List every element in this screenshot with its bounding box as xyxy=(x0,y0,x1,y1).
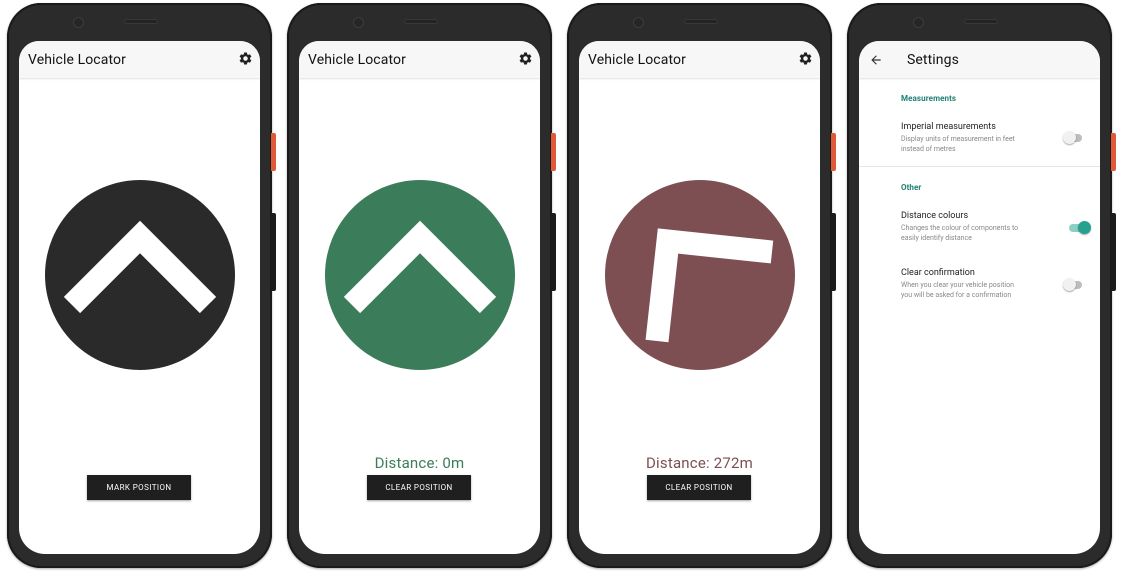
imperial-measurements-toggle[interactable] xyxy=(1063,130,1084,146)
gear-icon[interactable] xyxy=(518,51,533,66)
section-title-measurements: Measurements xyxy=(901,94,957,103)
earpiece-speaker xyxy=(404,19,438,24)
clear-position-button[interactable]: CLEAR POSITION xyxy=(367,475,471,500)
clear-confirmation-toggle[interactable] xyxy=(1063,277,1084,293)
power-button xyxy=(271,133,276,171)
app-title: Vehicle Locator xyxy=(588,51,686,68)
phone-frame-3: Vehicle Locator Distance: 272m CLEAR POS… xyxy=(567,3,836,568)
pref-clear-confirmation[interactable]: Clear confirmation When you clear your v… xyxy=(901,268,1061,300)
front-camera xyxy=(73,17,84,28)
toggle-knob xyxy=(1063,278,1076,291)
pref-distance-colours[interactable]: Distance colours Changes the colour of c… xyxy=(901,211,1061,243)
power-button xyxy=(1111,133,1116,171)
phone-frame-2: Vehicle Locator Distance: 0m CLEAR POSIT… xyxy=(287,3,556,568)
volume-button xyxy=(271,213,276,291)
pref-summary: Display units of measurement in feet ins… xyxy=(901,134,1061,154)
earpiece-speaker xyxy=(684,19,718,24)
clear-position-button[interactable]: CLEAR POSITION xyxy=(647,475,751,500)
main-screen-unmarked: Vehicle Locator MARK POSITION xyxy=(19,41,260,554)
pref-title: Clear confirmation xyxy=(901,268,975,278)
app-title: Vehicle Locator xyxy=(308,51,406,68)
pref-imperial-measurements[interactable]: Imperial measurements Display units of m… xyxy=(901,122,1061,154)
pref-summary-line: you will be asked for a confirmation xyxy=(901,291,1012,299)
distance-label: Distance: 0m xyxy=(374,454,465,472)
app-title: Vehicle Locator xyxy=(28,51,126,68)
toggle-knob xyxy=(1078,221,1091,234)
volume-button xyxy=(831,213,836,291)
distance-label: Distance: 272m xyxy=(646,454,753,472)
pref-summary: When you clear your vehicle position you… xyxy=(901,280,1061,300)
settings-title: Settings xyxy=(907,51,959,68)
app-bar: Vehicle Locator xyxy=(299,41,540,78)
distance-colours-toggle[interactable] xyxy=(1069,220,1091,236)
pref-title: Imperial measurements xyxy=(901,122,996,132)
arrow-back-icon[interactable] xyxy=(867,53,885,67)
chevron-icon xyxy=(645,228,774,343)
power-button xyxy=(831,133,836,171)
app-bar: Vehicle Locator xyxy=(579,41,820,78)
pref-title: Distance colours xyxy=(901,211,969,221)
pref-summary-line: When you clear your vehicle position xyxy=(901,281,1014,289)
front-camera xyxy=(353,17,364,28)
app-bar: Settings xyxy=(859,41,1100,78)
phone-frame-1: Vehicle Locator MARK POSITION xyxy=(7,3,276,568)
mark-position-button[interactable]: MARK POSITION xyxy=(87,475,191,500)
pref-summary-line: instead of metres xyxy=(901,145,956,153)
main-screen-far: Vehicle Locator Distance: 272m CLEAR POS… xyxy=(579,41,820,554)
front-camera xyxy=(913,17,924,28)
volume-button xyxy=(551,213,556,291)
pref-summary-line: easily identify distance xyxy=(901,234,972,242)
front-camera xyxy=(633,17,644,28)
volume-button xyxy=(1111,213,1116,291)
section-divider xyxy=(859,166,1100,167)
power-button xyxy=(551,133,556,171)
direction-indicator xyxy=(325,180,515,370)
gear-icon[interactable] xyxy=(798,51,813,66)
pref-summary-line: Changes the colour of components to xyxy=(901,224,1019,232)
main-screen-near: Vehicle Locator Distance: 0m CLEAR POSIT… xyxy=(299,41,540,554)
chevron-icon xyxy=(63,220,217,314)
settings-screen: Settings Measurements Imperial measureme… xyxy=(859,41,1100,554)
gear-icon[interactable] xyxy=(238,51,253,66)
toggle-knob xyxy=(1063,131,1076,144)
app-bar: Vehicle Locator xyxy=(19,41,260,78)
direction-indicator xyxy=(45,180,235,370)
phone-frame-4: Settings Measurements Imperial measureme… xyxy=(847,3,1116,568)
pref-summary: Changes the colour of components to easi… xyxy=(901,223,1061,243)
direction-indicator xyxy=(605,180,795,370)
earpiece-speaker xyxy=(964,19,998,24)
section-title-other: Other xyxy=(901,183,922,192)
pref-summary-line: Display units of measurement in feet xyxy=(901,135,1015,143)
earpiece-speaker xyxy=(124,19,158,24)
chevron-icon xyxy=(343,220,497,314)
